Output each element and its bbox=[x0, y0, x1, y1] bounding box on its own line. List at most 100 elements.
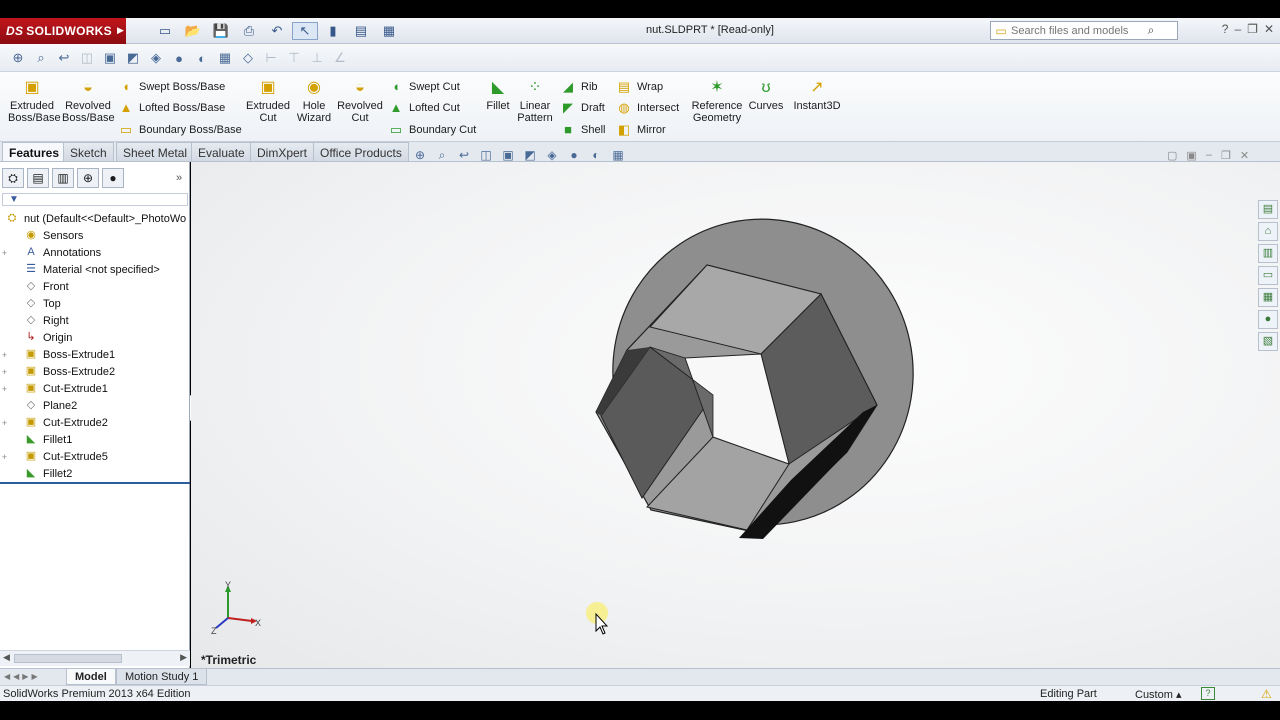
shell-button[interactable]: ■ Shell bbox=[560, 122, 605, 138]
scroll-right-icon[interactable]: ▶ bbox=[180, 652, 187, 663]
tab-sheet-metal[interactable]: Sheet Metal bbox=[116, 142, 195, 161]
revolved-cut-button[interactable]: ◒ Revolved Cut bbox=[336, 78, 384, 124]
wrap-button[interactable]: ▤ Wrap bbox=[616, 79, 663, 95]
curves-button[interactable]: ʊ Curves bbox=[746, 78, 786, 112]
graphics-viewport[interactable] bbox=[191, 162, 1280, 668]
tree-item-sensors[interactable]: ◉ Sensors bbox=[0, 227, 190, 244]
tab-sketch[interactable]: Sketch bbox=[63, 142, 114, 161]
swept-cut-button[interactable]: ◖ Swept Cut bbox=[388, 79, 460, 95]
search-scope-folder-icon[interactable]: ▭ bbox=[991, 24, 1011, 38]
file-properties-icon[interactable]: ▤ bbox=[348, 22, 374, 40]
fillet-button[interactable]: ◣ Fillet bbox=[484, 78, 512, 112]
search-input[interactable] bbox=[1011, 24, 1141, 37]
apply-scene-icon[interactable]: ◐ bbox=[192, 48, 212, 68]
hide-show-items-icon[interactable]: ◈ bbox=[542, 148, 562, 164]
view-palette-icon[interactable]: ▦ bbox=[1258, 288, 1278, 307]
expand-icon[interactable]: + bbox=[0, 452, 9, 462]
intersect-button[interactable]: ◍ Intersect bbox=[616, 100, 679, 116]
tab-office-products[interactable]: Office Products bbox=[313, 142, 409, 161]
select-pointer-icon[interactable]: ↖ bbox=[292, 22, 318, 40]
appearances-icon[interactable]: ● bbox=[1258, 310, 1278, 329]
tree-item-cut-extrude1[interactable]: + ▣ Cut-Extrude1 bbox=[0, 380, 190, 397]
tree-item-right-plane[interactable]: ◇ Right bbox=[0, 312, 190, 329]
view-orientation-icon[interactable]: ▣ bbox=[100, 48, 120, 68]
baseline-dimension-icon[interactable]: ⊤ bbox=[284, 48, 304, 68]
rollback-bar[interactable] bbox=[0, 482, 190, 484]
reference-geometry-button[interactable]: ✶ Reference Geometry bbox=[690, 78, 744, 124]
undo-icon[interactable]: ↶ bbox=[264, 22, 290, 40]
zoom-to-fit-icon[interactable]: ⊕ bbox=[8, 48, 28, 68]
restore-window-icon[interactable]: ❐ bbox=[1247, 22, 1258, 36]
tab-evaluate[interactable]: Evaluate bbox=[191, 142, 252, 161]
expand-icon[interactable]: + bbox=[0, 248, 9, 258]
new-document-icon[interactable]: ▭ bbox=[152, 22, 178, 40]
section-view-icon[interactable]: ◫ bbox=[476, 148, 496, 164]
tab-motion-study-1[interactable]: Motion Study 1 bbox=[116, 669, 208, 685]
save-icon[interactable]: 💾 bbox=[208, 22, 234, 40]
file-explorer-icon[interactable]: ▭ bbox=[1258, 266, 1278, 285]
expand-icon[interactable]: + bbox=[0, 367, 9, 377]
viewport-close-icon[interactable]: ✕ bbox=[1240, 149, 1249, 162]
lofted-cut-button[interactable]: ▲ Lofted Cut bbox=[388, 100, 460, 116]
options-icon[interactable]: ▦ bbox=[376, 22, 402, 40]
tree-item-cut-extrude5[interactable]: + ▣ Cut-Extrude5 bbox=[0, 448, 190, 465]
help-icon[interactable]: ? bbox=[1222, 22, 1229, 36]
view-settings-icon[interactable]: ▦ bbox=[215, 48, 235, 68]
tree-item-fillet2[interactable]: ◣ Fillet2 bbox=[0, 465, 190, 482]
home-icon[interactable]: ⌂ bbox=[1258, 222, 1278, 241]
previous-view-icon[interactable]: ↩ bbox=[54, 48, 74, 68]
nut-model[interactable] bbox=[191, 162, 1280, 668]
viewport-minimize-icon[interactable]: – bbox=[1206, 149, 1212, 162]
tree-item-material[interactable]: ☰ Material <not specified> bbox=[0, 261, 190, 278]
boundary-boss-button[interactable]: ▭ Boundary Boss/Base bbox=[118, 122, 242, 138]
view-orientation-icon[interactable]: ▣ bbox=[498, 148, 518, 164]
custom-properties-icon[interactable]: ▧ bbox=[1258, 332, 1278, 351]
tab-features[interactable]: Features bbox=[2, 142, 67, 161]
tree-item-annotations[interactable]: + A Annotations bbox=[0, 244, 190, 261]
zoom-to-area-icon[interactable]: ⌕ bbox=[31, 48, 51, 68]
tree-item-fillet1[interactable]: ◣ Fillet1 bbox=[0, 431, 190, 448]
feature-manager-tab-icon[interactable]: ⛭ bbox=[2, 168, 24, 188]
scroll-left-icon[interactable]: ◀ bbox=[3, 652, 10, 663]
hole-wizard-button[interactable]: ◉ Hole Wizard bbox=[294, 78, 334, 124]
display-style-icon[interactable]: ◩ bbox=[123, 48, 143, 68]
tree-item-plane2[interactable]: ◇ Plane2 bbox=[0, 397, 190, 414]
instant3d-button[interactable]: ↗ Instant3D bbox=[790, 78, 844, 112]
display-style-icon[interactable]: ◩ bbox=[520, 148, 540, 164]
tab-dimxpert[interactable]: DimXpert bbox=[250, 142, 315, 161]
edit-appearance-icon[interactable]: ● bbox=[169, 48, 189, 68]
open-document-icon[interactable]: 📂 bbox=[180, 22, 206, 40]
design-library-icon[interactable]: ▥ bbox=[1258, 244, 1278, 263]
panel-expand-chevron-icon[interactable]: » bbox=[176, 172, 182, 184]
extruded-boss-button[interactable]: ▣ Extruded Boss/Base bbox=[8, 78, 61, 124]
ordinate-dimension-icon[interactable]: ⊥ bbox=[307, 48, 327, 68]
quick-tips-icon[interactable]: ? bbox=[1201, 687, 1215, 700]
rib-button[interactable]: ◢ Rib bbox=[560, 79, 598, 95]
expand-icon[interactable]: + bbox=[0, 384, 9, 394]
unit-system-dropdown[interactable]: Custom ▴ bbox=[1135, 688, 1181, 701]
viewport-layout-icon[interactable]: ▢ bbox=[1167, 149, 1177, 162]
tree-item-front-plane[interactable]: ◇ Front bbox=[0, 278, 190, 295]
configuration-manager-tab-icon[interactable]: ▥ bbox=[52, 168, 74, 188]
edit-appearance-icon[interactable]: ● bbox=[564, 148, 584, 164]
linear-dimension-icon[interactable]: ⊢ bbox=[261, 48, 281, 68]
close-window-icon[interactable]: ✕ bbox=[1264, 22, 1274, 36]
expand-icon[interactable]: + bbox=[0, 418, 9, 428]
rebuild-warning-icon[interactable]: ⚠ bbox=[1261, 687, 1272, 701]
tree-item-boss-extrude2[interactable]: + ▣ Boss-Extrude2 bbox=[0, 363, 190, 380]
expand-icon[interactable]: + bbox=[0, 350, 9, 360]
hide-show-items-icon[interactable]: ◈ bbox=[146, 48, 166, 68]
solidworks-resources-icon[interactable]: ▤ bbox=[1258, 200, 1278, 219]
tree-item-top-plane[interactable]: ◇ Top bbox=[0, 295, 190, 312]
zoom-to-area-icon[interactable]: ⌕ bbox=[432, 148, 452, 164]
search-icon[interactable]: ⌕ bbox=[1141, 23, 1161, 38]
smart-dimension-icon[interactable]: ◇ bbox=[238, 48, 258, 68]
zoom-to-fit-icon[interactable]: ⊕ bbox=[410, 148, 430, 164]
view-settings-icon[interactable]: ▦ bbox=[608, 148, 628, 164]
panel-horizontal-scrollbar[interactable]: ◀ ▶ bbox=[0, 650, 190, 666]
section-view-icon[interactable]: ◫ bbox=[77, 48, 97, 68]
tree-item-cut-extrude2[interactable]: + ▣ Cut-Extrude2 bbox=[0, 414, 190, 431]
angular-dimension-icon[interactable]: ∠ bbox=[330, 48, 350, 68]
revolved-boss-button[interactable]: ◒ Revolved Boss/Base bbox=[62, 78, 115, 124]
tab-model[interactable]: Model bbox=[66, 669, 116, 685]
